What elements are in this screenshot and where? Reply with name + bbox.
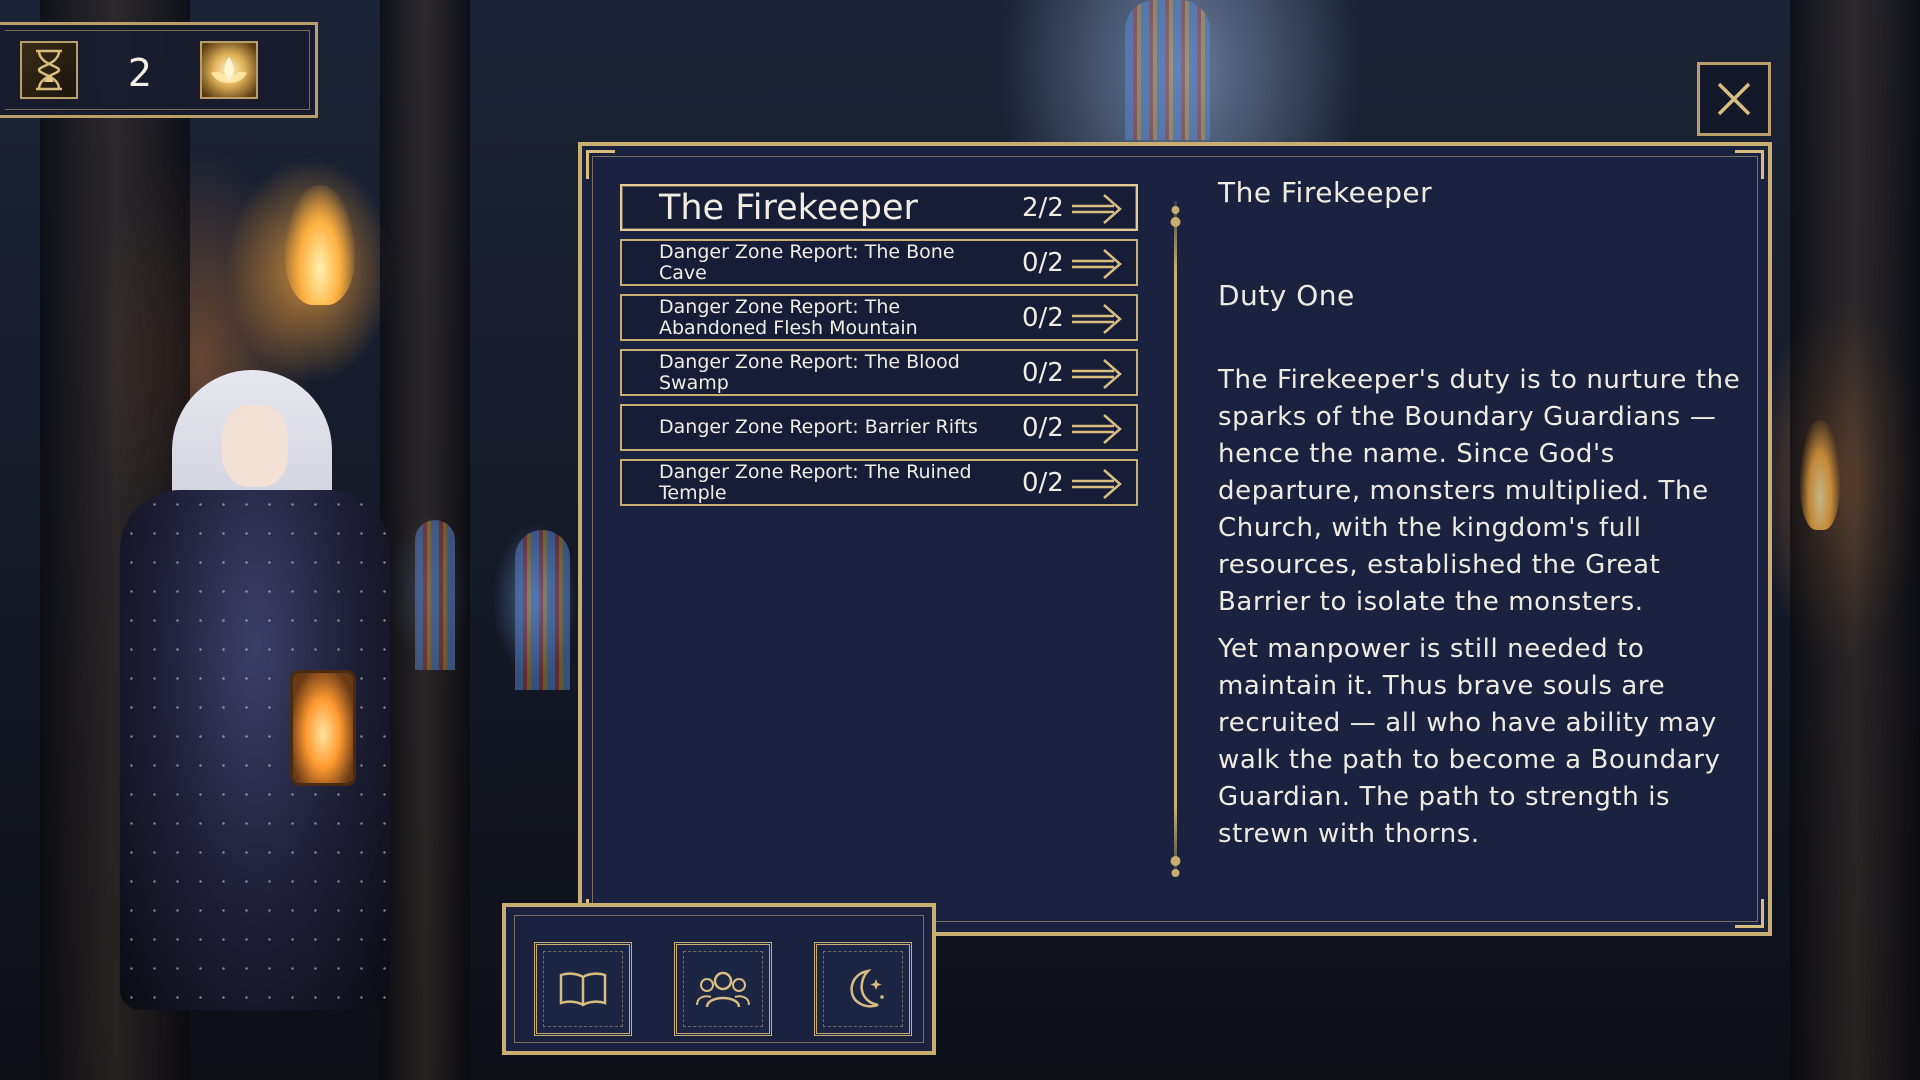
arrow-right-icon — [1072, 194, 1122, 224]
quest-progress: 2/2 — [1022, 192, 1064, 223]
quest-list: The Firekeeper 2/2 Danger Zone Report: T… — [620, 184, 1138, 514]
detail-paragraph: Yet manpower is still needed to maintain… — [1218, 634, 1721, 849]
detail-paragraph: The Firekeeper's duty is to nurture the … — [1218, 365, 1741, 617]
quest-item[interactable]: Danger Zone Report: Barrier Rifts 0/2 — [620, 404, 1138, 451]
close-icon — [1717, 82, 1751, 116]
close-button[interactable] — [1697, 62, 1771, 136]
character-face — [222, 405, 288, 487]
arrow-right-icon — [1072, 469, 1122, 499]
arrow-right-icon — [1072, 249, 1122, 279]
lotus-icon — [200, 41, 258, 99]
resource-counter: 2 — [0, 22, 318, 118]
quest-title: Danger Zone Report: The Abandoned Flesh … — [659, 295, 918, 339]
quest-item[interactable]: The Firekeeper 2/2 — [620, 184, 1138, 231]
quest-item[interactable]: Danger Zone Report: The Ruined Temple 0/… — [620, 459, 1138, 506]
arrow-right-icon — [1072, 414, 1122, 444]
quest-panel: The Firekeeper 2/2 Danger Zone Report: T… — [578, 142, 1772, 936]
quest-detail: The Firekeeper Duty One The Firekeeper's… — [1218, 176, 1748, 863]
arrow-right-icon — [1072, 304, 1122, 334]
bottom-tabbar — [502, 903, 936, 1055]
panel-divider — [1174, 201, 1177, 876]
tab-journal[interactable] — [534, 942, 632, 1036]
quest-progress: 0/2 — [1022, 467, 1064, 498]
quest-title: The Firekeeper — [659, 187, 918, 228]
quest-progress: 0/2 — [1022, 357, 1064, 388]
quest-progress: 0/2 — [1022, 247, 1064, 278]
arrow-right-icon — [1072, 359, 1122, 389]
detail-title: The Firekeeper — [1218, 176, 1433, 209]
tab-characters[interactable] — [674, 942, 772, 1036]
hourglass-icon — [20, 41, 78, 99]
divider-ornament — [1170, 856, 1181, 877]
quest-item[interactable]: Danger Zone Report: The Bone Cave 0/2 — [620, 239, 1138, 286]
quest-title: Danger Zone Report: The Blood Swamp — [659, 350, 960, 394]
people-icon — [696, 971, 750, 1008]
quest-progress: 0/2 — [1022, 412, 1064, 443]
lantern — [290, 670, 356, 786]
quest-title: Danger Zone Report: The Bone Cave — [659, 240, 955, 284]
moon-icon — [850, 969, 884, 1008]
detail-subtitle: Duty One — [1218, 279, 1355, 312]
book-icon — [559, 972, 607, 1007]
counter-value: 2 — [127, 51, 153, 95]
tab-night[interactable] — [814, 942, 912, 1036]
quest-item[interactable]: Danger Zone Report: The Blood Swamp 0/2 — [620, 349, 1138, 396]
quest-item[interactable]: Danger Zone Report: The Abandoned Flesh … — [620, 294, 1138, 341]
quest-progress: 0/2 — [1022, 302, 1064, 333]
quest-title: Danger Zone Report: The Ruined Temple — [659, 460, 972, 504]
quest-title: Danger Zone Report: Barrier Rifts — [659, 416, 978, 438]
